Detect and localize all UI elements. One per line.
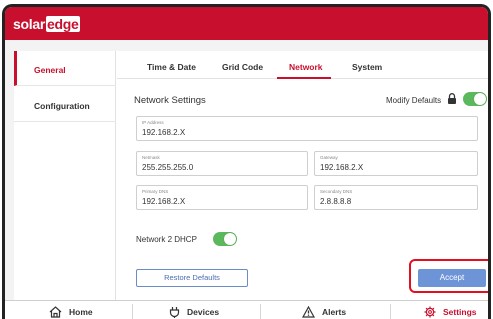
nav-divider <box>390 304 391 319</box>
field-label: IP Address <box>142 120 164 125</box>
toggle-knob <box>224 233 236 245</box>
brand-logo: solar edge <box>13 16 81 32</box>
home-icon <box>49 306 62 318</box>
field-value: 2.8.8.8.8 <box>320 197 352 206</box>
field-value: 255.255.255.0 <box>142 163 194 172</box>
field-value: 192.168.2.X <box>142 197 186 206</box>
settings-sidebar: General Configuration <box>14 51 116 301</box>
nav-label: Settings <box>443 307 477 317</box>
gear-icon <box>424 306 436 318</box>
active-tab-indicator <box>277 77 331 79</box>
modify-defaults-toggle[interactable] <box>463 92 487 106</box>
nav-home[interactable]: Home <box>49 301 93 319</box>
field-value: 192.168.2.X <box>320 163 364 172</box>
top-bar: solar edge <box>5 7 488 40</box>
toggle-knob <box>474 93 486 105</box>
section-title: Network Settings <box>134 95 206 106</box>
secondary-dns-field[interactable]: Secondary DNS 2.8.8.8.8 <box>314 185 478 210</box>
field-label: Secondary DNS <box>320 189 353 194</box>
tab-system[interactable]: System <box>352 62 382 72</box>
field-label: Netmask <box>142 155 160 160</box>
primary-dns-field[interactable]: Primary DNS 192.168.2.X <box>136 185 308 210</box>
sidebar-item-configuration[interactable]: Configuration <box>14 87 116 122</box>
nav-label: Alerts <box>322 307 347 317</box>
warning-icon <box>302 306 315 318</box>
ip-address-field[interactable]: IP Address 192.168.2.X <box>136 116 478 141</box>
settings-panel: General Configuration Time & Date Grid C… <box>14 51 488 301</box>
bottom-nav: Home Devices Alerts Settings <box>5 300 488 319</box>
lock-icon <box>448 93 456 104</box>
tab-grid-code[interactable]: Grid Code <box>222 62 263 72</box>
nav-devices[interactable]: Devices <box>169 301 219 319</box>
tab-network[interactable]: Network <box>289 62 323 72</box>
nav-divider <box>132 304 133 319</box>
restore-defaults-button[interactable]: Restore Defaults <box>136 269 248 287</box>
tab-bar: Time & Date Grid Code Network System <box>117 51 488 79</box>
plug-icon <box>169 307 180 318</box>
sidebar-item-general[interactable]: General <box>14 51 116 86</box>
nav-alerts[interactable]: Alerts <box>302 301 346 319</box>
field-label: Primary DNS <box>142 189 169 194</box>
app-window: solar edge General Configuration Time & D… <box>2 4 491 319</box>
tab-time-date[interactable]: Time & Date <box>147 62 196 72</box>
accept-button[interactable]: Accept <box>418 269 486 287</box>
dhcp-toggle[interactable] <box>213 232 237 246</box>
nav-settings[interactable]: Settings <box>424 301 477 319</box>
nav-label: Devices <box>187 307 220 317</box>
nav-label: Home <box>69 307 93 317</box>
netmask-field[interactable]: Netmask 255.255.255.0 <box>136 151 308 176</box>
field-label: Gateway <box>320 155 338 160</box>
modify-defaults-label: Modify Defaults <box>386 96 442 105</box>
field-value: 192.168.2.X <box>142 128 186 137</box>
dhcp-label: Network 2 DHCP <box>136 235 197 244</box>
gateway-field[interactable]: Gateway 192.168.2.X <box>314 151 478 176</box>
nav-divider <box>260 304 261 319</box>
